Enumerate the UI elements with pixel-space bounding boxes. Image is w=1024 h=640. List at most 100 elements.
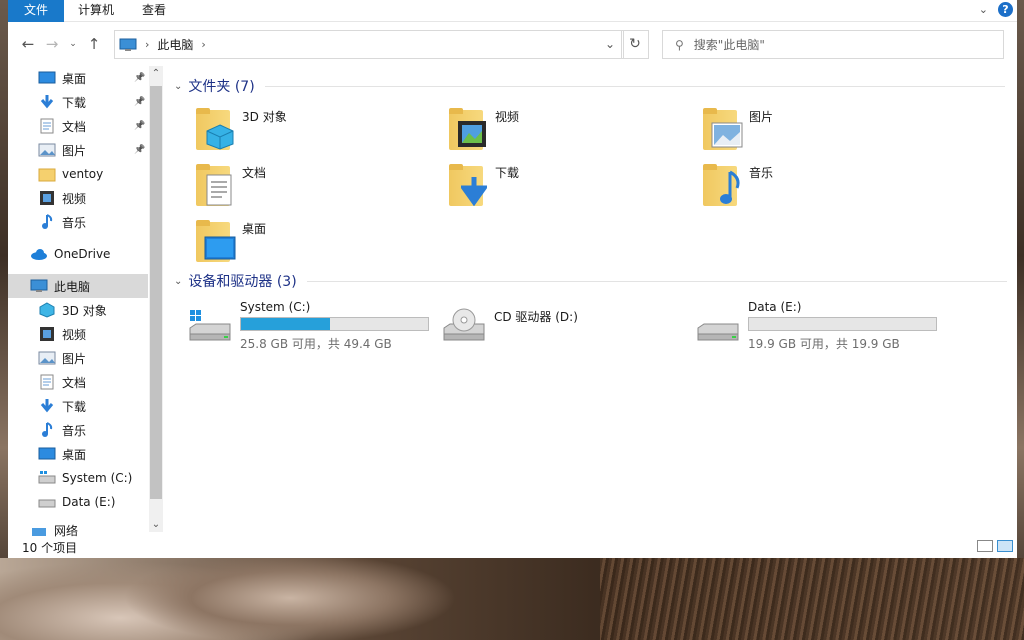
item-count: 10 个项目 (22, 540, 78, 555)
desktop-folder-icon (196, 218, 236, 262)
tab-view[interactable]: 查看 (128, 0, 180, 22)
navigation-pane: 桌面 📌 下载 📌 文档 📌 图片 📌 ventoy 视频 音乐 OneDrive 此电脑 3D 对象 视频… (8, 66, 164, 538)
desktop-icon (38, 446, 56, 462)
nav-item[interactable]: 下载 (8, 394, 148, 418)
nav-item[interactable]: 3D 对象 (8, 298, 148, 322)
help-icon[interactable]: ? (998, 2, 1013, 17)
nav-item-label: 下载 (62, 399, 87, 414)
drives-group-header[interactable]: ⌄ 设备和驱动器 (3) (174, 271, 1007, 291)
folder-tile[interactable]: 图片 (703, 106, 773, 150)
drive-tile[interactable]: Data (E:) 19.9 GB 可用，共 19.9 GB (696, 300, 937, 351)
folders-group-header[interactable]: ⌄ 文件夹 (7) (174, 76, 1005, 96)
drive-icon (38, 494, 56, 510)
folder-tile[interactable]: 文档 (196, 162, 266, 206)
drive-tile[interactable]: CD 驱动器 (D:) (442, 300, 682, 350)
this-pc-icon (119, 38, 137, 51)
download-icon (38, 94, 56, 110)
folder-label: 下载 (495, 166, 520, 180)
tab-file[interactable]: 文件 (8, 0, 64, 22)
3d-objects-icon (38, 302, 56, 318)
folder-tile[interactable]: 下载 (449, 162, 519, 206)
document-icon (38, 374, 56, 390)
nav-item[interactable]: 图片 (8, 346, 148, 370)
ribbon-tabs: 文件 计算机 查看 ⌄ ? (8, 0, 1017, 22)
nav-item-label: ventoy (62, 167, 104, 181)
nav-item-label: 此电脑 (54, 279, 91, 294)
3d-objects-folder-icon (196, 106, 236, 150)
drive-label: Data (E:) (748, 300, 802, 314)
nav-item[interactable]: 图片 📌 (8, 138, 148, 162)
pin-icon: 📌 (134, 121, 146, 131)
nav-item[interactable]: OneDrive (8, 242, 148, 266)
music-icon (38, 422, 56, 438)
nav-item[interactable]: 视频 (8, 186, 148, 210)
nav-item-label: 文档 (62, 375, 87, 390)
large-icons-view-icon[interactable] (997, 540, 1013, 552)
windows-drive-icon (38, 470, 56, 486)
scrollbar-thumb[interactable] (150, 86, 162, 499)
tab-computer[interactable]: 计算机 (64, 0, 128, 22)
up-arrow-icon[interactable]: ↑ (82, 35, 106, 53)
nav-item-label: 桌面 (62, 71, 87, 86)
nav-item[interactable]: 音乐 (8, 210, 148, 234)
nav-item[interactable]: 桌面 (8, 442, 148, 466)
breadcrumb-separator-icon: › (145, 38, 150, 51)
group-divider (264, 85, 1005, 87)
back-arrow-icon[interactable]: ← (16, 35, 40, 53)
video-icon (38, 326, 56, 342)
nav-item[interactable]: 下载 📌 (8, 90, 148, 114)
nav-item[interactable]: Data (E:) (8, 490, 148, 514)
nav-item[interactable]: 文档 (8, 370, 148, 394)
nav-item-label: 下载 (62, 95, 87, 110)
details-view-icon[interactable] (977, 540, 993, 552)
folder-label: 图片 (749, 110, 774, 124)
folder-tile[interactable]: 桌面 (196, 218, 266, 262)
folder-tile[interactable]: 音乐 (703, 162, 773, 206)
video-icon (38, 190, 56, 206)
group-divider (306, 280, 1007, 282)
document-icon (38, 118, 56, 134)
nav-item[interactable]: ventoy (8, 162, 148, 186)
desktop-wallpaper-detail (600, 558, 1024, 640)
recent-locations-chevron-icon[interactable]: ⌄ (64, 39, 82, 49)
refresh-button[interactable]: ↻ (621, 30, 649, 59)
address-dropdown-chevron-icon[interactable]: ⌄ (605, 37, 615, 51)
breadcrumb-separator-icon[interactable]: › (201, 38, 205, 51)
pin-icon: 📌 (134, 73, 146, 83)
capacity-bar-fill (241, 318, 331, 330)
collapse-chevron-icon[interactable]: ⌄ (174, 276, 182, 287)
scroll-down-icon[interactable]: ⌄ (149, 519, 163, 530)
collapse-chevron-icon[interactable]: ⌄ (174, 81, 182, 92)
search-input[interactable]: ⚲ 搜索"此电脑" (662, 30, 1004, 59)
folder-tile[interactable]: 3D 对象 (196, 106, 287, 150)
nav-item[interactable]: 文档 📌 (8, 114, 148, 138)
scroll-up-icon[interactable]: ⌃ (149, 68, 163, 79)
expand-ribbon-chevron-icon[interactable]: ⌄ (979, 3, 988, 16)
address-bar[interactable]: › 此电脑 › ⌄ (114, 30, 624, 59)
picture-icon (38, 350, 56, 366)
folder-tile[interactable]: 视频 (449, 106, 519, 150)
nav-item[interactable]: 视频 (8, 322, 148, 346)
nav-item-label: OneDrive (54, 247, 111, 261)
document-folder-icon (196, 162, 236, 206)
pin-icon: 📌 (134, 97, 146, 107)
nav-item-label: 视频 (62, 327, 87, 342)
download-folder-icon (449, 162, 489, 206)
nav-item[interactable]: 桌面 📌 (8, 66, 148, 90)
drive-tile[interactable]: System (C:) 25.8 GB 可用，共 49.4 GB (188, 300, 429, 351)
nav-item-label: 文档 (62, 119, 87, 134)
file-explorer-window: 文件 计算机 查看 ⌄ ? ← → ⌄ ↑ › 此电脑 › ⌄ ↻ ⚲ 搜索"此… (8, 0, 1017, 558)
folder-label: 3D 对象 (242, 110, 287, 124)
forward-arrow-icon[interactable]: → (40, 35, 64, 53)
folder-label: 桌面 (242, 222, 267, 236)
nav-scrollbar[interactable]: ⌃ ⌄ (149, 66, 163, 532)
windows-drive-icon (188, 308, 232, 341)
nav-item[interactable]: System (C:) (8, 466, 148, 490)
folder-label: 视频 (495, 110, 520, 124)
status-bar: 10 个项目 (8, 536, 1017, 558)
nav-item[interactable]: 此电脑 (8, 274, 148, 298)
nav-item-label: 音乐 (62, 215, 87, 230)
search-placeholder: 搜索"此电脑" (693, 38, 765, 52)
nav-item[interactable]: 音乐 (8, 418, 148, 442)
breadcrumb-this-pc[interactable]: 此电脑 (157, 36, 193, 53)
